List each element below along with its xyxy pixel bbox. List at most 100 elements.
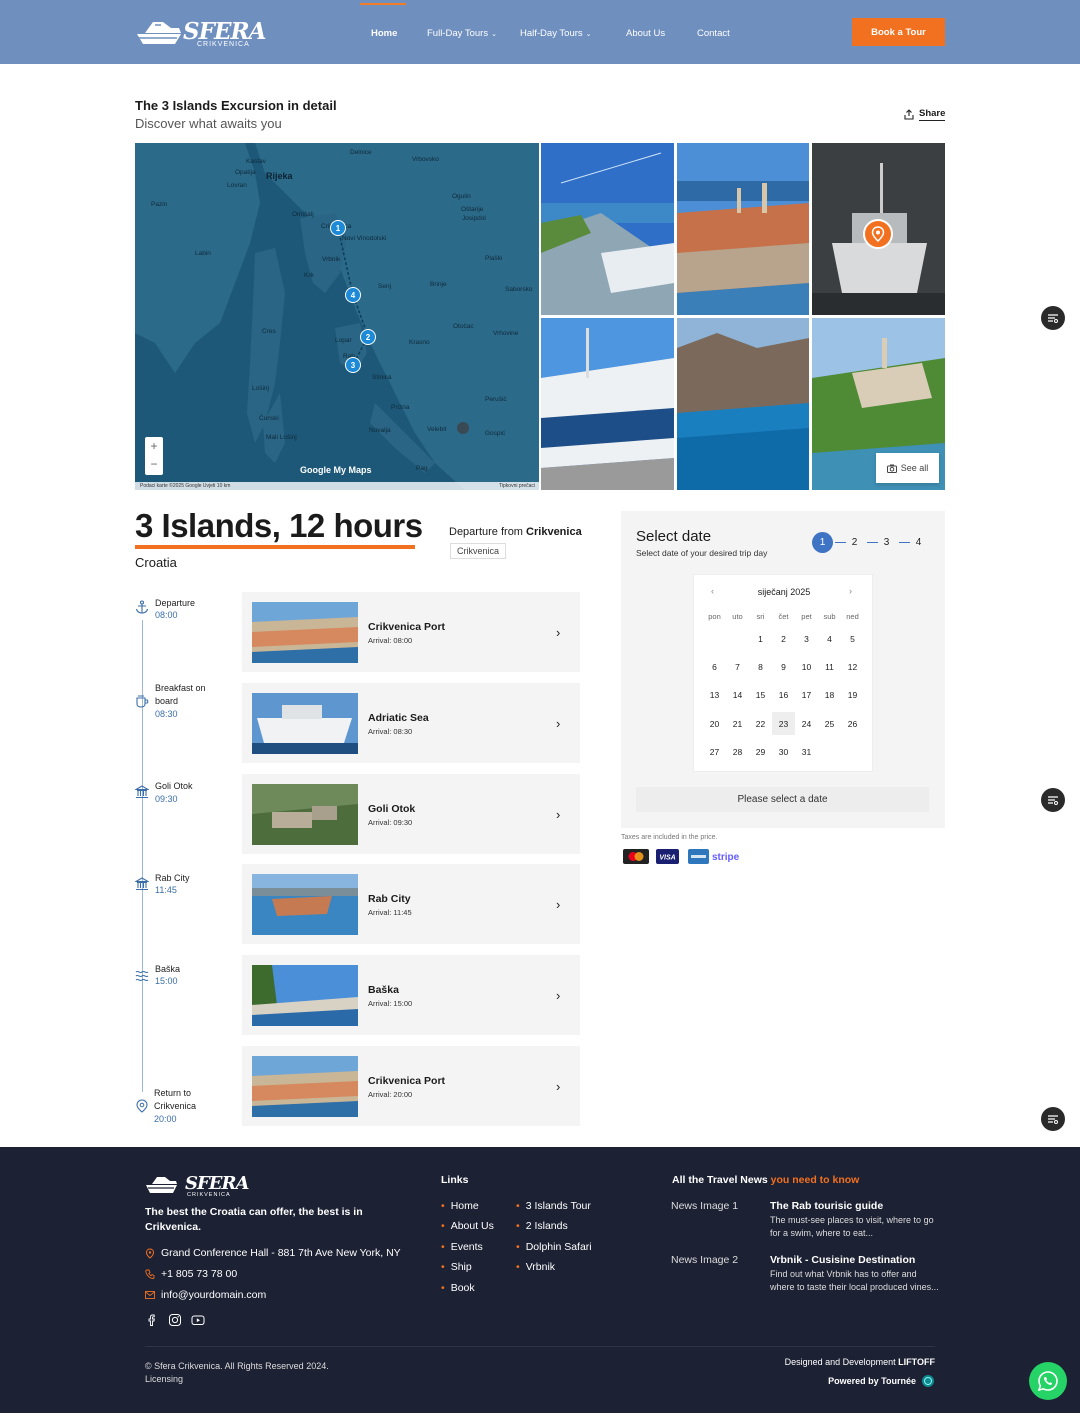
tour-map[interactable]: Delnice Kastav Opatija Rijeka Vrbovsko L…	[135, 143, 539, 490]
nav-home[interactable]: Home	[371, 28, 397, 39]
footer-link-home[interactable]: Home	[441, 1200, 479, 1212]
map-pin-1[interactable]: 1	[330, 220, 346, 236]
step-4[interactable]: 4	[908, 532, 929, 553]
designed-brand[interactable]: LIFTOFF	[898, 1357, 935, 1367]
calendar-day[interactable]: 20	[703, 712, 726, 735]
calendar-day[interactable]: 18	[818, 683, 841, 706]
mail-icon	[145, 1291, 155, 1299]
chevron-right-icon[interactable]: ›	[556, 716, 560, 731]
map-pin-2[interactable]: 2	[360, 329, 376, 345]
calendar-day[interactable]: 7	[726, 655, 749, 678]
stop-card[interactable]: Baška Arrival: 15:00 ›	[242, 955, 580, 1035]
youtube-icon[interactable]	[191, 1313, 205, 1327]
nav-full-day-tours[interactable]: Full-Day Tours ⌄	[427, 28, 497, 39]
floating-menu-button[interactable]	[1041, 306, 1065, 330]
calendar-day[interactable]: 12	[841, 655, 864, 678]
footer-link-about-us[interactable]: About Us	[441, 1220, 494, 1232]
zoom-in-icon[interactable]: +	[145, 437, 163, 455]
stop-card[interactable]: Adriatic Sea Arrival: 08:30 ›	[242, 683, 580, 763]
footer-link-book[interactable]: Book	[441, 1282, 475, 1294]
chevron-right-icon[interactable]: ›	[556, 625, 560, 640]
facebook-icon[interactable]	[145, 1313, 159, 1327]
chevron-right-icon[interactable]: ›	[556, 1079, 560, 1094]
floating-menu-button[interactable]	[1041, 1107, 1065, 1131]
please-select-date-button[interactable]: Please select a date	[636, 787, 929, 812]
calendar-day[interactable]: 25	[818, 712, 841, 735]
footer-logo[interactable]: SFERA CRIKVENICA	[145, 1173, 249, 1199]
calendar-day[interactable]: 15	[749, 683, 772, 706]
step-3[interactable]: 3	[876, 532, 897, 553]
map-pin-4[interactable]: 4	[345, 287, 361, 303]
chevron-right-icon[interactable]: ›	[556, 988, 560, 1003]
nav-about-us[interactable]: About Us	[626, 28, 665, 39]
stop-card[interactable]: Goli Otok Arrival: 09:30 ›	[242, 774, 580, 854]
calendar-day[interactable]: 19	[841, 683, 864, 706]
keyboard-shortcuts-link[interactable]: Tipkovni prečaci	[499, 482, 535, 490]
footer-powered-by[interactable]: Powered by Tournée	[828, 1374, 935, 1388]
calendar-day-today[interactable]: 23	[772, 712, 795, 735]
calendar-day[interactable]: 6	[703, 655, 726, 678]
book-tour-button[interactable]: Book a Tour	[852, 18, 945, 46]
calendar-day[interactable]: 30	[772, 740, 795, 763]
licensing-link[interactable]: Licensing	[145, 1373, 329, 1386]
calendar-day[interactable]: 8	[749, 655, 772, 678]
calendar-day[interactable]: 13	[703, 683, 726, 706]
calendar-day[interactable]: 24	[795, 712, 818, 735]
calendar-day[interactable]: 17	[795, 683, 818, 706]
calendar-day[interactable]: 2	[772, 627, 795, 650]
share-button[interactable]: Share	[904, 108, 946, 121]
calendar-day[interactable]: 11	[818, 655, 841, 678]
footer-link-dolphin-safari[interactable]: Dolphin Safari	[516, 1241, 592, 1253]
gallery-photo-ship-deck[interactable]	[541, 318, 674, 490]
news-title-1[interactable]: The Rab tourisic guide	[770, 1200, 883, 1212]
floating-menu-button[interactable]	[1041, 788, 1065, 812]
calendar-day[interactable]: 4	[818, 627, 841, 650]
map-zoom-control[interactable]: + −	[145, 437, 163, 475]
footer-link-vrbnik[interactable]: Vrbnik	[516, 1261, 555, 1273]
calendar-day[interactable]: 3	[795, 627, 818, 650]
footer-phone[interactable]: +1 805 73 78 00	[145, 1268, 237, 1280]
calendar-day[interactable]: 14	[726, 683, 749, 706]
calendar-day[interactable]: 1	[749, 627, 772, 650]
news-title-2[interactable]: Vrbnik - Cusisine Destination	[770, 1254, 915, 1266]
map-attribution-left[interactable]: Podaci karte ©2025 Google Uvjeti 10 km	[140, 483, 230, 489]
calendar-day[interactable]: 16	[772, 683, 795, 706]
nav-contact[interactable]: Contact	[697, 28, 730, 39]
calendar-day[interactable]: 29	[749, 740, 772, 763]
stop-card[interactable]: Crikvenica Port Arrival: 08:00 ›	[242, 592, 580, 672]
calendar-day[interactable]: 26	[841, 712, 864, 735]
gallery-photo-rab-town[interactable]	[677, 143, 809, 315]
calendar-day[interactable]: 27	[703, 740, 726, 763]
calendar-day[interactable]: 10	[795, 655, 818, 678]
chevron-right-icon[interactable]: ›	[556, 897, 560, 912]
gallery-photo-bay[interactable]	[677, 318, 809, 490]
location-pin-icon[interactable]	[863, 219, 893, 249]
stop-card[interactable]: Rab City Arrival: 11:45 ›	[242, 864, 580, 944]
map-pin-3[interactable]: 3	[345, 357, 361, 373]
footer-email[interactable]: info@yourdomain.com	[145, 1289, 266, 1301]
calendar-day[interactable]: 5	[841, 627, 864, 650]
news-image-2[interactable]: News Image 2	[671, 1254, 738, 1266]
calendar-day[interactable]: 22	[749, 712, 772, 735]
see-all-photos-button[interactable]: See all	[876, 453, 939, 483]
calendar-day[interactable]: 31	[795, 740, 818, 763]
instagram-icon[interactable]	[168, 1313, 182, 1327]
chevron-right-icon[interactable]: ›	[849, 586, 852, 596]
footer-link-2-islands[interactable]: 2 Islands	[516, 1220, 568, 1232]
calendar-day[interactable]: 21	[726, 712, 749, 735]
calendar-day[interactable]: 9	[772, 655, 795, 678]
zoom-out-icon[interactable]: −	[145, 455, 163, 473]
footer-link-ship[interactable]: Ship	[441, 1261, 472, 1273]
gallery-photo-harbor[interactable]	[541, 143, 674, 315]
nav-half-day-tours[interactable]: Half-Day Tours ⌄	[520, 28, 592, 39]
footer-link-3-islands[interactable]: 3 Islands Tour	[516, 1200, 591, 1212]
stop-card[interactable]: Crikvenica Port Arrival: 20:00 ›	[242, 1046, 580, 1126]
news-image-1[interactable]: News Image 1	[671, 1200, 738, 1212]
site-logo[interactable]: SFERA CRIKVENICA	[135, 16, 266, 50]
calendar-day[interactable]: 28	[726, 740, 749, 763]
chevron-right-icon[interactable]: ›	[556, 807, 560, 822]
step-1[interactable]: 1	[812, 532, 833, 553]
whatsapp-chat-button[interactable]	[1029, 1362, 1067, 1400]
footer-link-events[interactable]: Events	[441, 1241, 483, 1253]
step-2[interactable]: 2	[844, 532, 865, 553]
